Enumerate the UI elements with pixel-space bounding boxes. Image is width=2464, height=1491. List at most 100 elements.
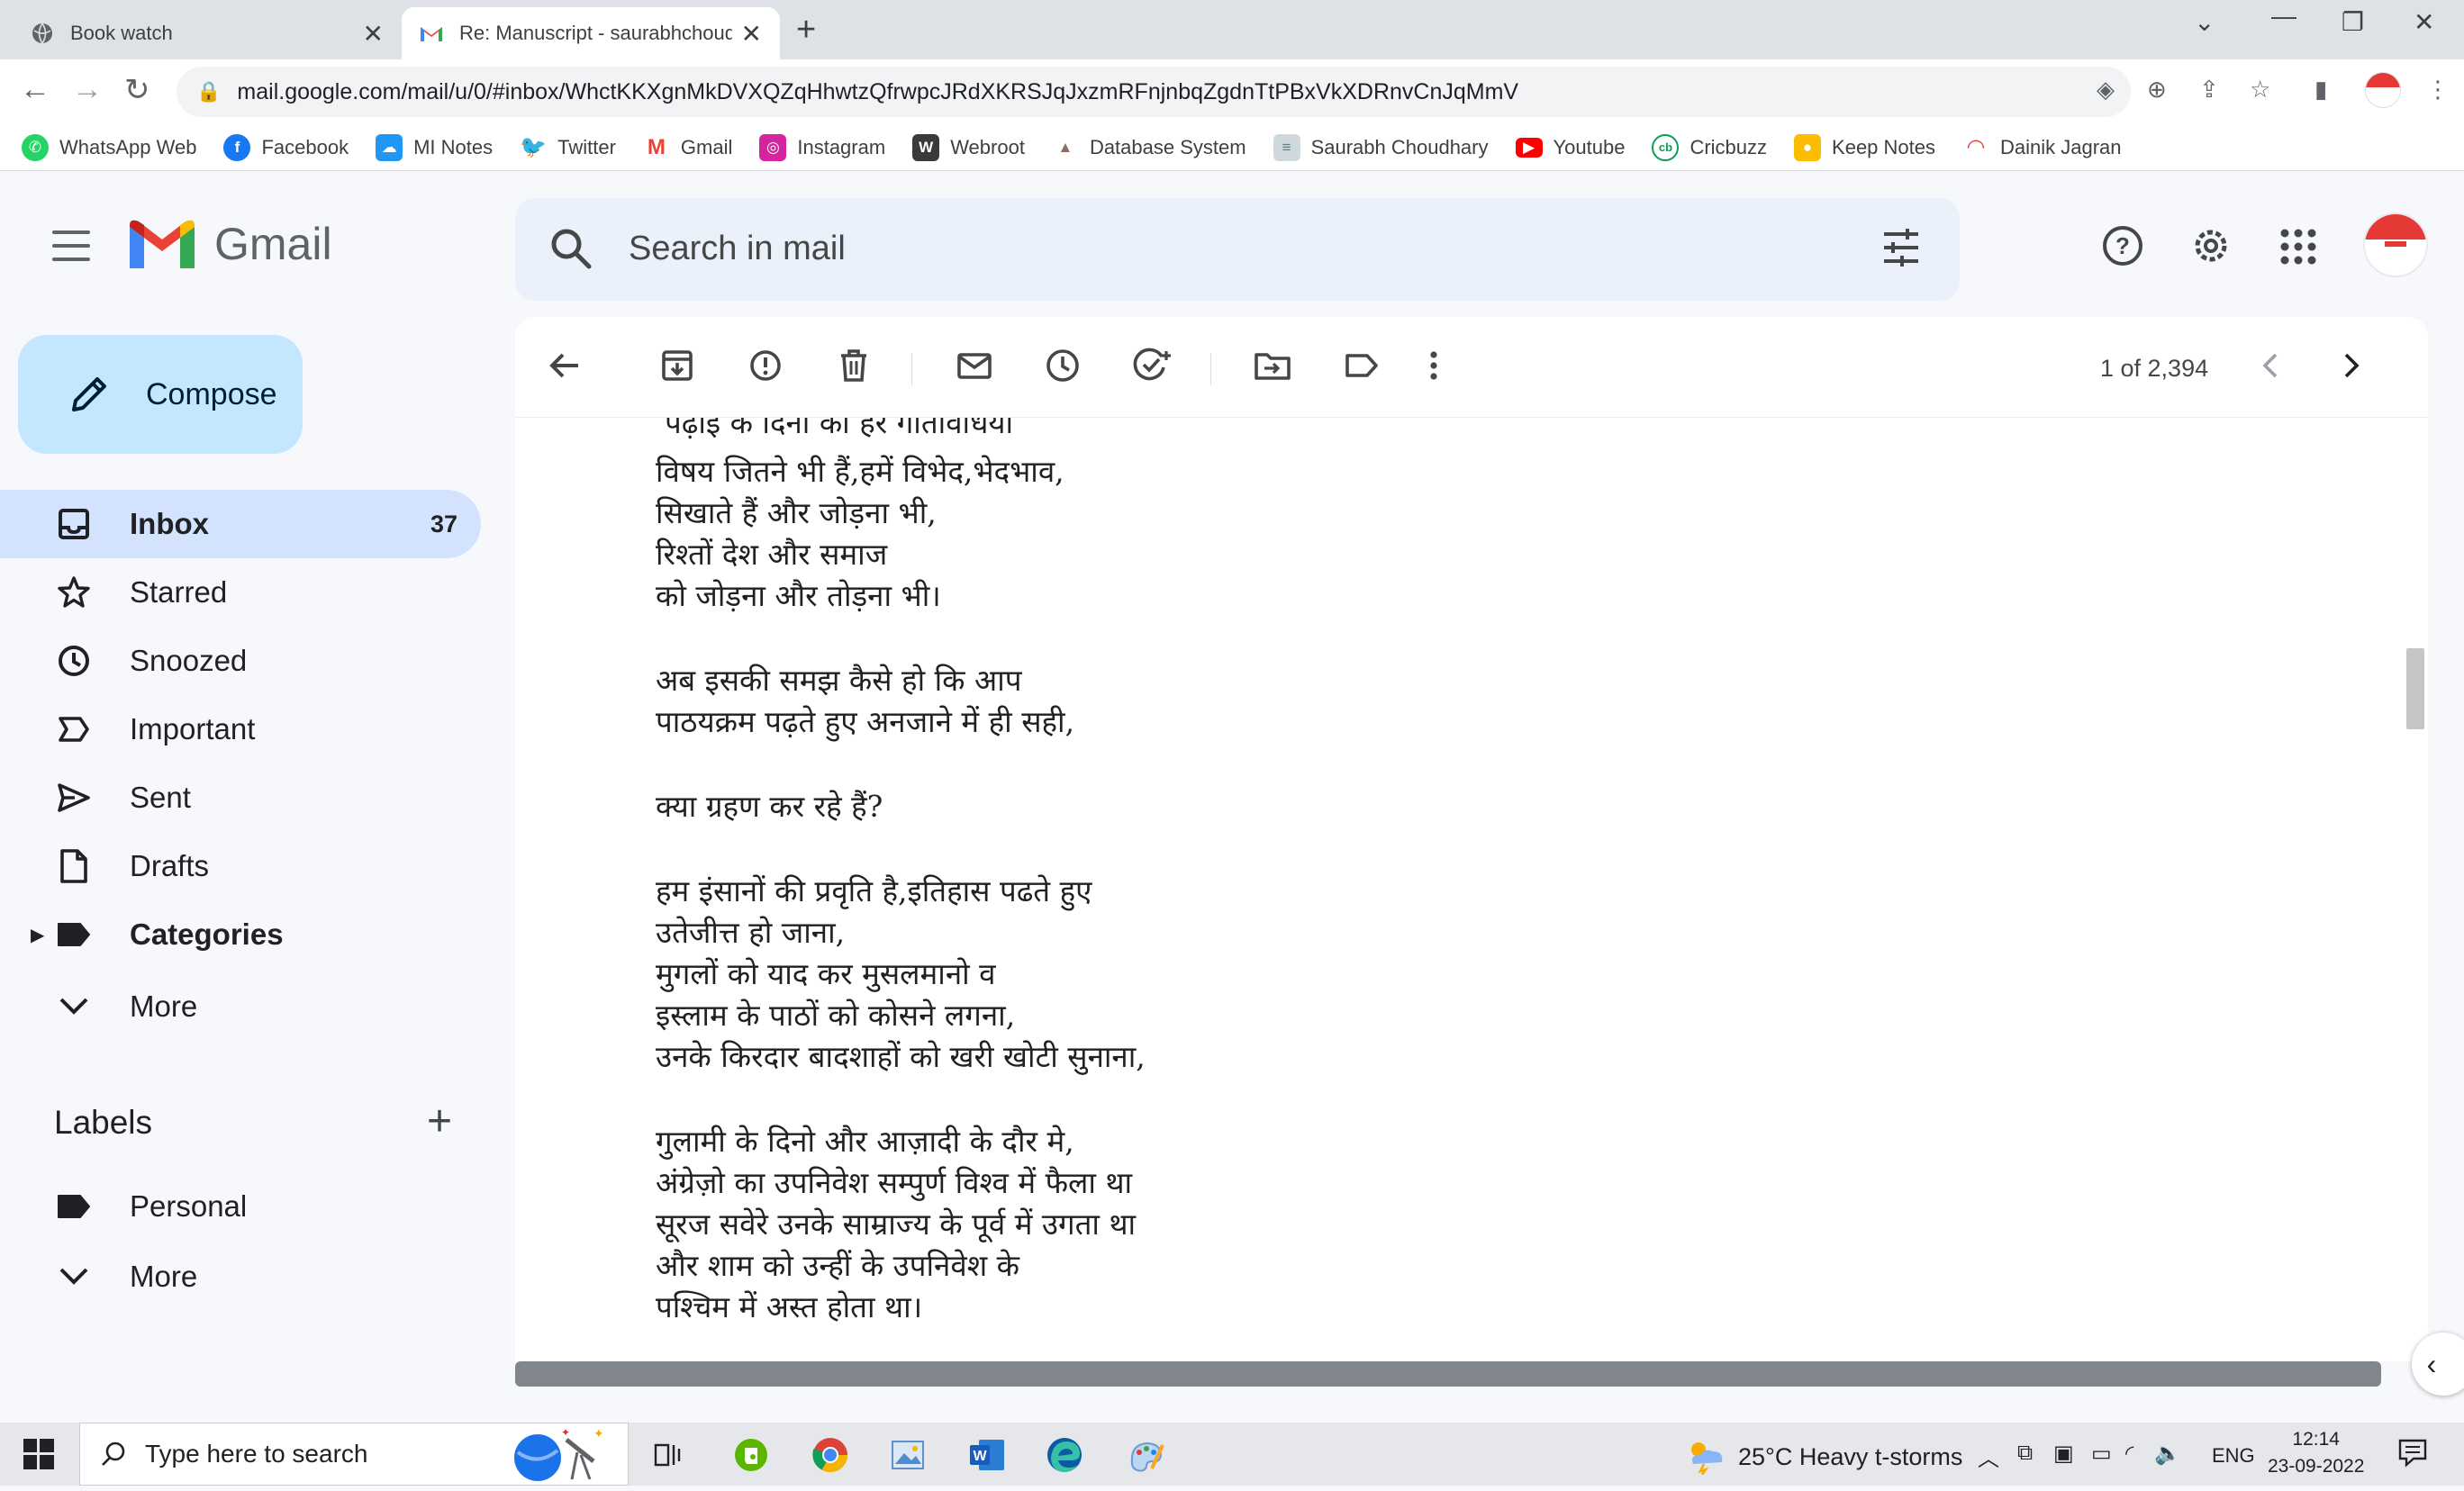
apps-grid-icon[interactable] [2278, 227, 2318, 267]
bookmark-cricbuzz[interactable]: cb Cricbuzz [1652, 133, 1767, 161]
search-options-icon[interactable] [1879, 225, 1924, 270]
search-input[interactable] [629, 221, 1799, 276]
evernote-icon[interactable] [731, 1435, 771, 1475]
label-icon [54, 915, 94, 954]
snooze-clock-icon[interactable] [1045, 348, 1081, 384]
system-clock[interactable]: 12:14 23-09-2022 [2268, 1426, 2364, 1480]
message-line: अब इसकी समझ कैसे हो कि आप [656, 663, 1022, 698]
forward-arrow-icon[interactable]: → [72, 72, 103, 107]
sidebar-item-snoozed[interactable]: Snoozed [0, 627, 481, 695]
reload-icon[interactable]: ↻ [124, 72, 150, 108]
facebook-icon: f [223, 133, 251, 161]
move-to-icon[interactable] [1254, 348, 1291, 384]
tab-search-icon[interactable]: ⌄ [2194, 7, 2215, 37]
task-view-icon[interactable] [648, 1435, 688, 1475]
address-toolbar: ← → ↻ 🔒 mail.google.com/mail/u/0/#inbox/… [0, 59, 2464, 124]
close-window-button[interactable]: ✕ [2414, 7, 2434, 37]
close-tab-icon[interactable]: ✕ [363, 19, 384, 49]
share-icon[interactable]: ⇪ [2199, 76, 2219, 104]
volume-icon[interactable]: 🔈 [2154, 1441, 2181, 1467]
show-hidden-icons-chevron-up-icon[interactable]: ︿ [1978, 1441, 1999, 1472]
expand-arrow-icon[interactable]: ▶ [31, 924, 44, 946]
show-side-panel-chevron-icon[interactable]: ‹ [2412, 1333, 2464, 1396]
paint-icon[interactable] [1126, 1435, 1165, 1475]
wifi-icon[interactable]: ◜ [2125, 1441, 2133, 1467]
sidebar-item-important[interactable]: Important [0, 695, 481, 764]
bookmark-gmail[interactable]: M Gmail [643, 134, 732, 161]
add-to-tasks-icon[interactable] [1133, 348, 1173, 384]
back-arrow-icon[interactable]: ← [20, 72, 50, 107]
bookmark-webroot[interactable]: W Webroot [912, 133, 1025, 161]
horizontal-scrollbar[interactable] [515, 1361, 2381, 1387]
zoom-icon[interactable]: ⊕ [2147, 76, 2167, 104]
sidebar-item-more[interactable]: More [0, 972, 481, 1041]
back-to-inbox-icon[interactable] [548, 348, 584, 384]
help-icon[interactable]: ? [2100, 223, 2145, 268]
image-viewer-icon[interactable] [888, 1435, 928, 1475]
sidebar-item-sent[interactable]: Sent [0, 764, 481, 832]
address-bar[interactable]: 🔒 mail.google.com/mail/u/0/#inbox/WhctKK… [177, 67, 2131, 117]
extension-icon[interactable]: ◈ [2097, 76, 2115, 104]
meet-now-icon[interactable]: ⧉ [2017, 1441, 2033, 1466]
main-menu-icon[interactable] [52, 230, 90, 261]
weather-widget[interactable]: 25°C Heavy t-storms [1686, 1439, 1962, 1475]
account-avatar[interactable] [2363, 212, 2428, 277]
compose-button[interactable]: Compose [18, 335, 303, 454]
sidebar-item-starred[interactable]: Starred [0, 558, 481, 627]
tab-gmail-manuscript[interactable]: Re: Manuscript - saurabhchoudh ✕ [402, 7, 780, 59]
sidebar-item-categories[interactable]: ▶ Categories [0, 900, 481, 969]
newer-chevron-left-icon[interactable] [2259, 348, 2282, 384]
bookmark-mi-notes[interactable]: ☁ MI Notes [376, 133, 493, 161]
edge-icon[interactable] [1045, 1435, 1084, 1475]
sidebar-item-inbox[interactable]: Inbox 37 [0, 490, 481, 558]
bookmark-star-icon[interactable]: ☆ [2250, 76, 2270, 104]
svg-text:✦: ✦ [593, 1426, 602, 1441]
more-options-icon[interactable] [1427, 348, 1441, 384]
bookmark-twitter[interactable]: 🐦 Twitter [520, 134, 616, 161]
restore-button[interactable]: ❐ [2342, 7, 2364, 37]
battery-icon[interactable]: ▭ [2091, 1441, 2112, 1467]
gmail-logo[interactable]: Gmail [130, 218, 332, 270]
bookmark-youtube[interactable]: ▶ Youtube [1515, 136, 1625, 159]
older-chevron-right-icon[interactable] [2340, 348, 2363, 384]
word-icon[interactable]: W [967, 1435, 1007, 1475]
profile-avatar-icon[interactable] [2365, 72, 2401, 108]
minimize-button[interactable]: — [2271, 2, 2296, 31]
gmail-icon: M [647, 134, 666, 159]
add-label-icon[interactable]: + [427, 1097, 452, 1146]
new-tab-button[interactable]: + [796, 11, 816, 50]
language-indicator[interactable]: ENG [2212, 1444, 2255, 1468]
archive-icon[interactable] [659, 348, 695, 384]
side-panel-icon[interactable]: ▮ [2315, 76, 2327, 104]
mark-unread-icon[interactable] [956, 348, 992, 384]
globe-icon [31, 22, 54, 45]
message-line: हम इंसानों की प्रवृति है,इतिहास पढते हुए [656, 873, 1092, 908]
bookmark-saurabh-choudhary[interactable]: ≡ Saurabh Choudhary [1273, 133, 1489, 161]
bookmark-whatsapp[interactable]: ✆ WhatsApp Web [22, 133, 196, 161]
chrome-icon[interactable] [811, 1435, 850, 1475]
sidebar-label-personal[interactable]: Personal [0, 1172, 481, 1241]
close-tab-icon[interactable]: ✕ [741, 19, 762, 49]
bookmark-instagram[interactable]: ◎ Instagram [759, 133, 885, 161]
vertical-scrollbar-thumb[interactable] [2406, 648, 2424, 729]
windows-start-icon[interactable] [23, 1439, 54, 1469]
settings-gear-icon[interactable] [2188, 223, 2233, 268]
bookmark-dainik-jagran[interactable]: ◠ Dainik Jagran [1962, 134, 2122, 161]
label-as-icon[interactable] [1344, 348, 1380, 384]
sidebar-labels-more[interactable]: More [0, 1242, 481, 1311]
notification-center-icon[interactable] [2397, 1437, 2428, 1474]
bookmark-keep-notes[interactable]: ● Keep Notes [1794, 133, 1935, 161]
device-icon[interactable]: ▣ [2053, 1441, 2074, 1467]
bookmark-facebook[interactable]: f Facebook [223, 133, 349, 161]
report-spam-icon[interactable] [747, 348, 784, 384]
browser-menu-icon[interactable]: ⋮ [2426, 76, 2450, 104]
sidebar-item-drafts[interactable]: Drafts [0, 832, 481, 900]
search-highlight-telescope-icon[interactable]: ✦ ✦ [503, 1425, 604, 1491]
tab-book-watch[interactable]: Book watch ✕ [13, 7, 402, 59]
delete-trash-icon[interactable] [836, 348, 872, 384]
bookmark-database-system[interactable]: ▲ Database System [1052, 134, 1246, 161]
search-icon[interactable] [548, 225, 594, 272]
browser-tab-strip: Book watch ✕ Re: Manuscript - saurabhcho… [0, 0, 2464, 59]
taskbar-search-box[interactable]: Type here to search ✦ ✦ [79, 1423, 629, 1486]
cricbuzz-icon: cb [1652, 133, 1680, 161]
